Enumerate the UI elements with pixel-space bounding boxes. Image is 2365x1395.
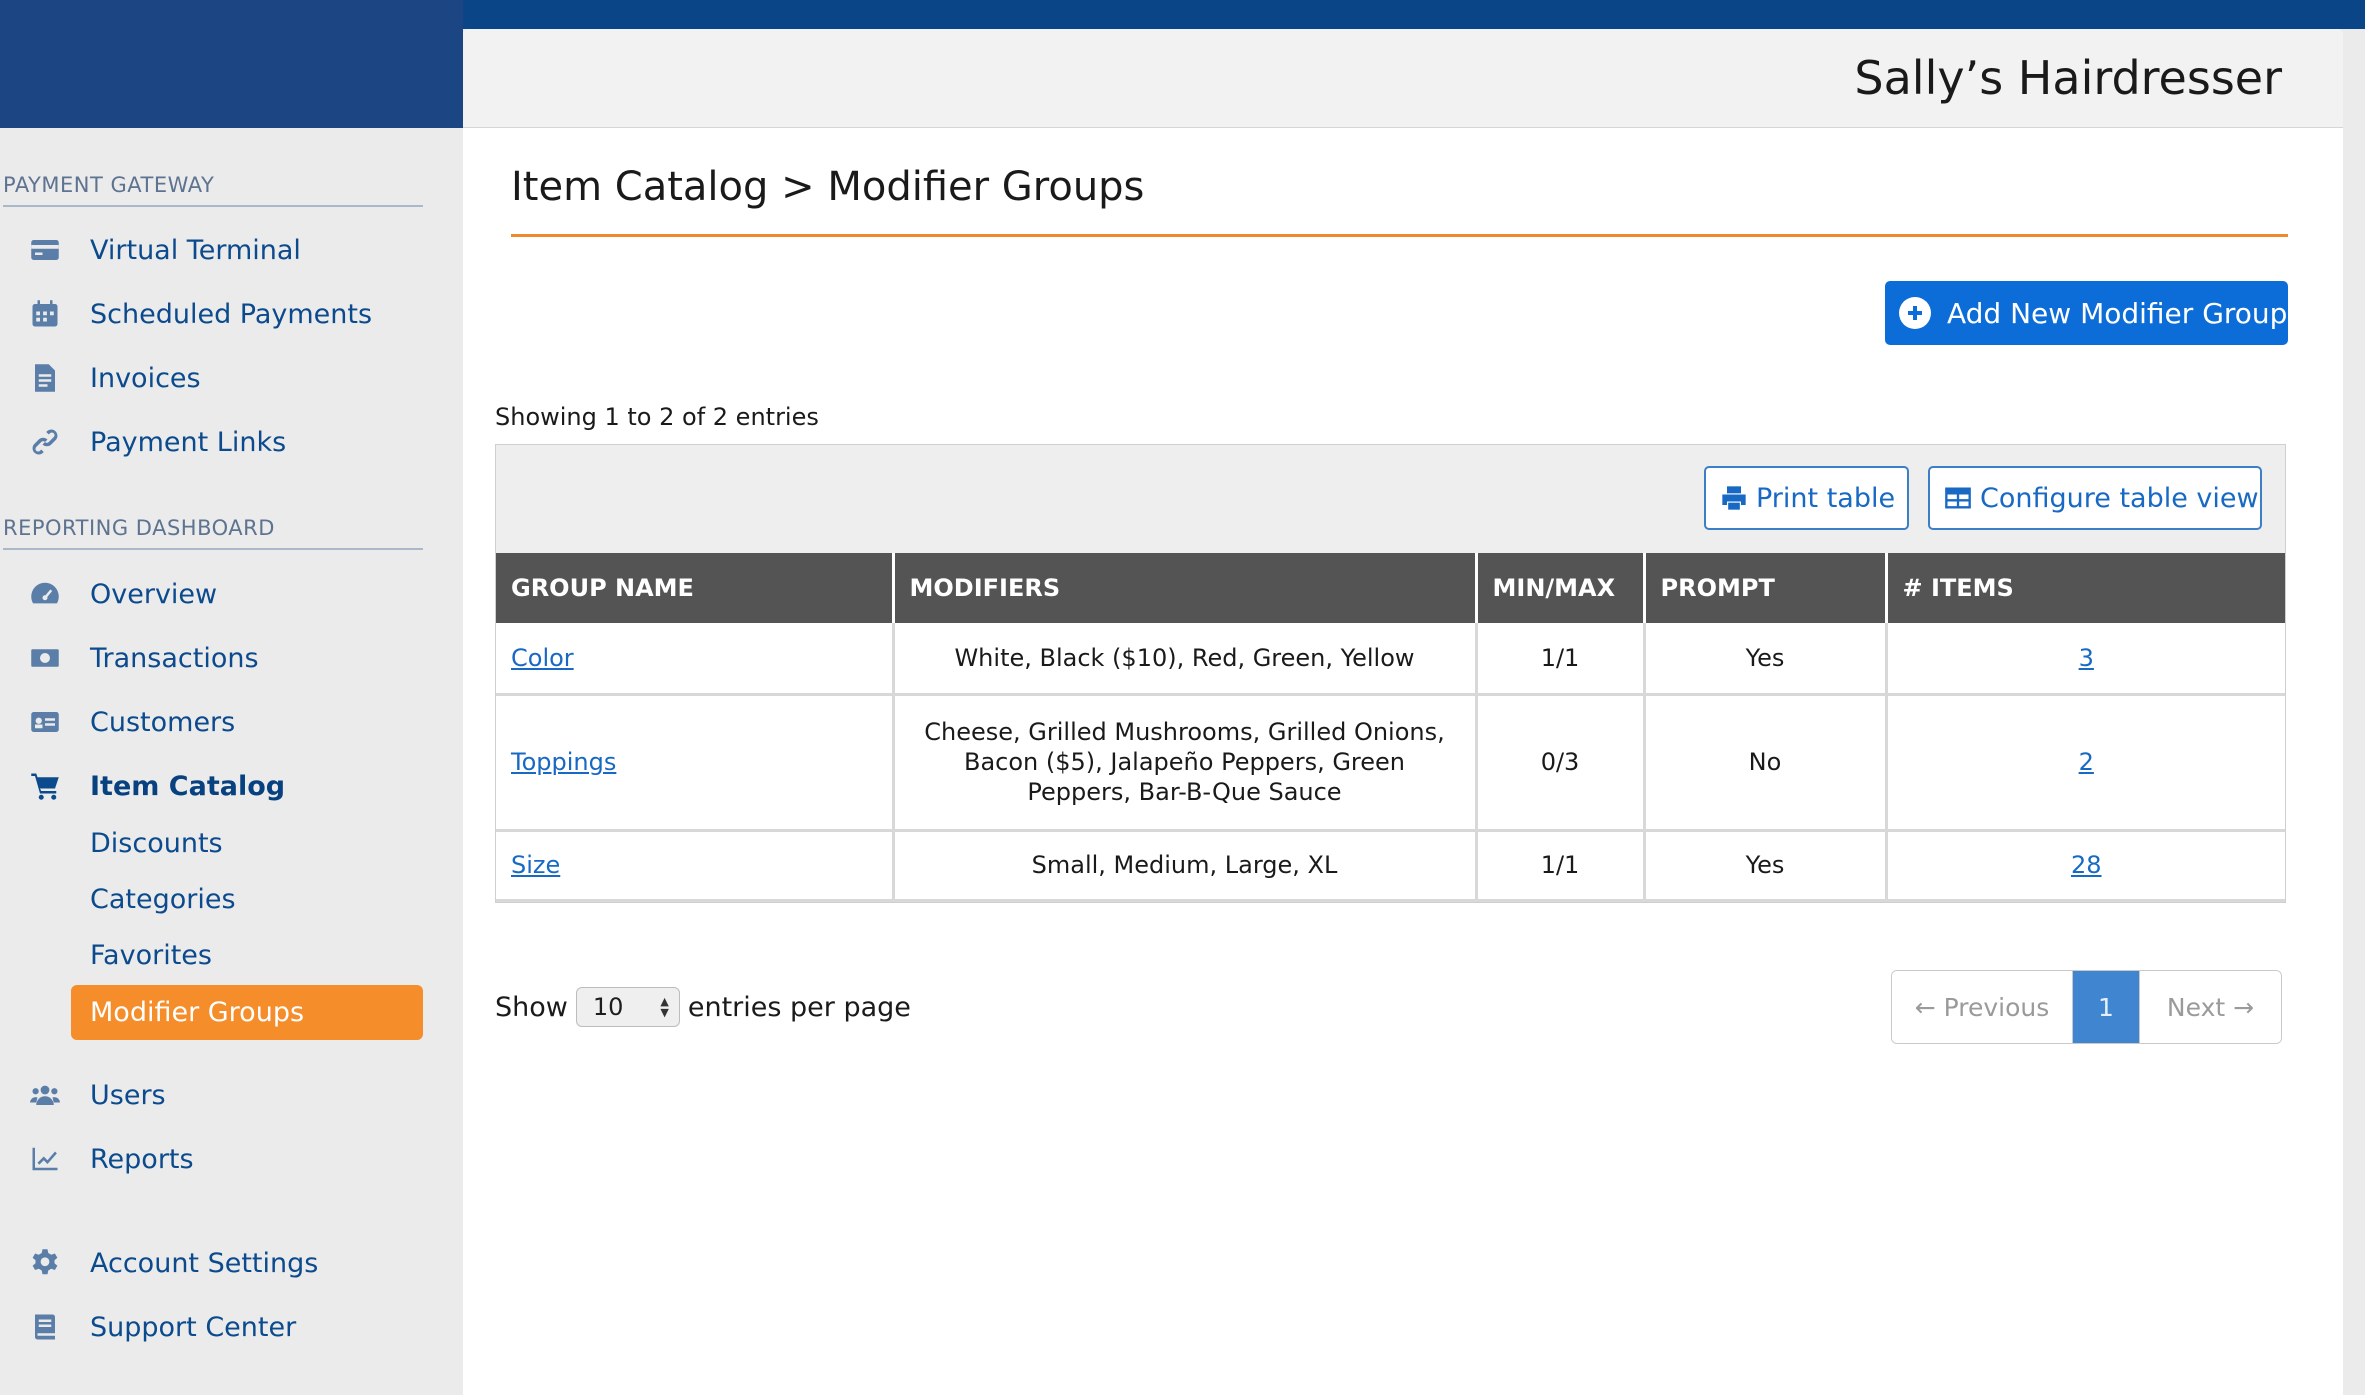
modifiers-cell: Small, Medium, Large, XL xyxy=(893,830,1478,902)
table-icon xyxy=(1945,487,1971,509)
content-header: Sally’s Hairdresser xyxy=(463,29,2343,128)
sidebar-item-scheduled-payments[interactable]: Scheduled Payments xyxy=(0,292,440,336)
credit-card-icon xyxy=(0,235,90,265)
min-max-cell: 1/1 xyxy=(1476,830,1646,902)
scrollbar-track[interactable] xyxy=(2343,29,2365,1395)
modifier-groups-table: Print table Configure table view GROUP N… xyxy=(495,444,2286,903)
page-title: Item Catalog > Modifier Groups xyxy=(511,164,1145,210)
table-header-row: GROUP NAME MODIFIERS MIN/MAX PROMPT # IT… xyxy=(496,553,2285,623)
group-name-link[interactable]: Toppings xyxy=(511,748,616,776)
table-row: Toppings Cheese, Grilled Mushrooms, Gril… xyxy=(496,694,2285,832)
sidebar-item-label: Transactions xyxy=(90,642,259,674)
configure-table-view-button[interactable]: Configure table view xyxy=(1928,466,2262,530)
section-heading-payment-gateway: PAYMENT GATEWAY xyxy=(3,173,423,207)
plus-circle-icon xyxy=(1899,297,1931,329)
column-header-group-name[interactable]: GROUP NAME xyxy=(496,553,895,623)
min-max-cell: 0/3 xyxy=(1476,694,1646,832)
sidebar-item-support-center[interactable]: Support Center xyxy=(0,1305,440,1349)
show-label: Show xyxy=(495,991,568,1023)
chart-line-icon xyxy=(0,1144,90,1174)
sidebar-item-label: Customers xyxy=(90,706,236,738)
sidebar-subitem-discounts[interactable]: Discounts xyxy=(90,828,223,859)
invoice-icon xyxy=(0,363,90,393)
table-toolbar: Print table Configure table view xyxy=(496,445,2285,553)
printer-icon xyxy=(1722,486,1746,510)
entries-per-page-label: entries per page xyxy=(687,991,911,1023)
sidebar-item-label: Invoices xyxy=(90,362,201,394)
sidebar-item-label: Item Catalog xyxy=(90,770,286,802)
sidebar-item-label: Support Center xyxy=(90,1311,297,1343)
items-count-link[interactable]: 28 xyxy=(2071,851,2102,879)
users-icon xyxy=(0,1080,90,1110)
sidebar-subitem-categories[interactable]: Categories xyxy=(90,884,236,915)
money-icon xyxy=(0,643,90,673)
sidebar-item-label: Payment Links xyxy=(90,426,287,458)
sidebar-item-invoices[interactable]: Invoices xyxy=(0,356,440,400)
sidebar-item-customers[interactable]: Customers xyxy=(0,700,440,744)
id-card-icon xyxy=(0,707,90,737)
title-divider xyxy=(511,234,2288,237)
prompt-cell: Yes xyxy=(1644,830,1888,902)
sidebar-item-account-settings[interactable]: Account Settings xyxy=(0,1241,440,1285)
sidebar-subitem-favorites[interactable]: Favorites xyxy=(90,940,212,971)
print-table-button[interactable]: Print table xyxy=(1704,466,1909,530)
sidebar-item-label: Account Settings xyxy=(90,1247,319,1279)
column-header-items[interactable]: # ITEMS xyxy=(1886,553,2285,623)
cart-icon xyxy=(0,771,90,801)
section-heading-reporting-dashboard: REPORTING DASHBOARD xyxy=(3,516,423,550)
modifiers-cell: Cheese, Grilled Mushrooms, Grilled Onion… xyxy=(893,694,1478,832)
page-1-button[interactable]: 1 xyxy=(2073,971,2139,1043)
table-row: Size Small, Medium, Large, XL 1/1 Yes 28 xyxy=(496,830,2285,902)
app-window: PAYMENT GATEWAY Virtual Terminal Schedul… xyxy=(0,0,2365,1395)
print-table-label: Print table xyxy=(1756,482,1896,514)
gauge-icon xyxy=(0,579,90,609)
sidebar-item-label: Users xyxy=(90,1079,166,1111)
column-header-prompt[interactable]: PROMPT xyxy=(1644,553,1888,623)
group-name-link[interactable]: Size xyxy=(511,851,560,879)
sidebar: PAYMENT GATEWAY Virtual Terminal Schedul… xyxy=(0,128,463,1395)
sidebar-item-overview[interactable]: Overview xyxy=(0,572,440,616)
modifiers-cell: White, Black ($10), Red, Green, Yellow xyxy=(893,623,1478,696)
main-content: Sally’s Hairdresser Item Catalog > Modif… xyxy=(463,29,2343,1395)
sidebar-item-label: Virtual Terminal xyxy=(90,234,301,266)
sidebar-item-virtual-terminal[interactable]: Virtual Terminal xyxy=(0,228,440,272)
sidebar-item-label: Reports xyxy=(90,1143,194,1175)
logo-area xyxy=(0,0,463,128)
gear-icon xyxy=(0,1248,90,1278)
entries-per-page-select[interactable]: 10 ▲ ▼ xyxy=(575,987,680,1027)
next-page-button[interactable]: Next → xyxy=(2139,971,2281,1043)
configure-table-label: Configure table view xyxy=(1980,482,2259,514)
data-table: GROUP NAME MODIFIERS MIN/MAX PROMPT # IT… xyxy=(496,553,2285,902)
min-max-cell: 1/1 xyxy=(1476,623,1646,696)
column-header-min-max[interactable]: MIN/MAX xyxy=(1476,553,1646,623)
add-button-label: Add New Modifier Group xyxy=(1947,296,2288,330)
items-count-link[interactable]: 3 xyxy=(2079,644,2094,672)
entries-per-page-value: 10 xyxy=(592,993,624,1021)
previous-page-button[interactable]: ← Previous xyxy=(1892,971,2073,1043)
prompt-cell: No xyxy=(1644,694,1888,832)
select-arrows-icon: ▲ ▼ xyxy=(660,995,669,1019)
page-length-control: Show 10 ▲ ▼ entries per page xyxy=(495,987,911,1027)
calendar-icon xyxy=(0,299,90,329)
link-icon xyxy=(0,427,90,457)
sidebar-item-payment-links[interactable]: Payment Links xyxy=(0,420,440,464)
sidebar-item-item-catalog[interactable]: Item Catalog xyxy=(0,764,440,808)
sidebar-item-reports[interactable]: Reports xyxy=(0,1137,440,1181)
sidebar-item-users[interactable]: Users xyxy=(0,1073,440,1117)
business-name: Sally’s Hairdresser xyxy=(1854,51,2282,105)
column-header-modifiers[interactable]: MODIFIERS xyxy=(893,553,1478,623)
sidebar-item-label: Overview xyxy=(90,578,218,610)
sidebar-item-transactions[interactable]: Transactions xyxy=(0,636,440,680)
pagination: ← Previous 1 Next → xyxy=(1891,970,2282,1044)
prompt-cell: Yes xyxy=(1644,623,1888,696)
book-icon xyxy=(0,1312,90,1342)
sidebar-item-label: Scheduled Payments xyxy=(90,298,373,330)
add-modifier-group-button[interactable]: Add New Modifier Group xyxy=(1885,281,2288,345)
table-row: Color White, Black ($10), Red, Green, Ye… xyxy=(496,623,2285,696)
entries-info: Showing 1 to 2 of 2 entries xyxy=(495,403,819,431)
items-count-link[interactable]: 2 xyxy=(2079,748,2094,776)
group-name-link[interactable]: Color xyxy=(511,644,574,672)
sidebar-subitem-modifier-groups[interactable]: Modifier Groups xyxy=(71,985,423,1040)
